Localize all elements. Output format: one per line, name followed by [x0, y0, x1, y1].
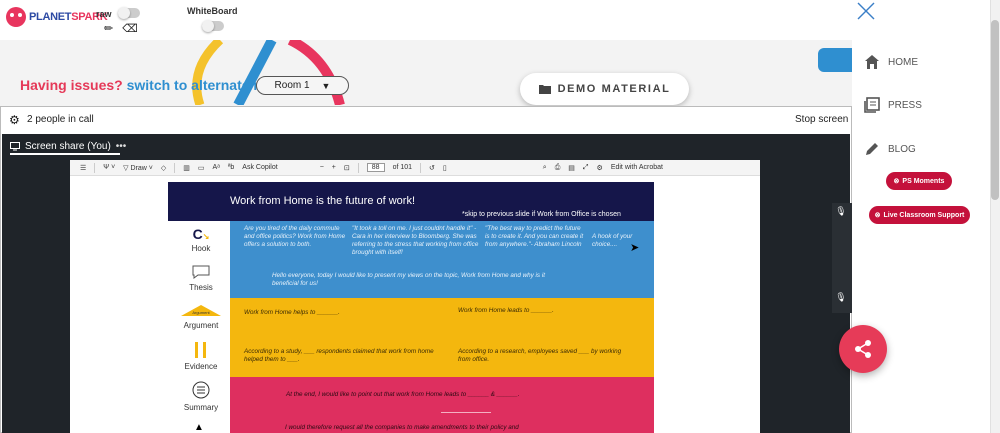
search-icon[interactable]: ⌕: [543, 164, 547, 172]
rotate-icon[interactable]: ↺: [429, 164, 435, 172]
room-select[interactable]: Room 1 ▼: [256, 76, 349, 95]
logo[interactable]: PLANETSPARK: [6, 7, 108, 27]
nav-home[interactable]: HOME: [864, 54, 918, 70]
share-icon: [855, 340, 871, 358]
hook-icon: C↘: [192, 226, 210, 242]
edit-with-acrobat-button[interactable]: Edit with Acrobat: [611, 164, 663, 171]
pdf-toolbar: ☰ Ψ ˅ ▽ Draw ˅ ◇ ▥ ▭ Aᵃ ªb Ask Copilot −…: [70, 160, 760, 176]
svg-text:Argument: Argument: [192, 310, 210, 315]
stop-screen-share-button[interactable]: Stop screen: [795, 114, 848, 125]
rail-argument: Argument Argument: [176, 305, 226, 330]
hook-text-1: Are you tired of the daily commute and o…: [244, 225, 346, 248]
room-select-value: Room 1: [274, 80, 310, 91]
rail-summary: Summary: [176, 381, 226, 412]
logo-mascot-icon: [6, 7, 26, 27]
erase-icon[interactable]: ◇: [161, 164, 166, 172]
summary-divider: [441, 412, 491, 413]
issue-message: Having issues? switch to alternate room: [20, 77, 288, 93]
read-aloud-icon[interactable]: Aᵃ: [213, 164, 220, 171]
whiteboard-toggle[interactable]: [202, 21, 224, 31]
close-circle-icon: ⊗: [893, 178, 900, 185]
screen-share-tab[interactable]: Screen share (You) •••: [10, 141, 126, 152]
hook-text-3: "The best way to predict the future is t…: [485, 225, 584, 248]
rail-hook: C↘ Hook: [176, 226, 226, 253]
page-total: of 101: [392, 164, 413, 171]
decorative-arcs: [160, 40, 360, 105]
issue-text: Having issues?: [20, 77, 123, 93]
translate-icon[interactable]: ªb: [228, 164, 234, 171]
nav-blog[interactable]: BLOG: [864, 141, 916, 157]
slide-title-block: Work from Home is the future of work! *s…: [168, 182, 654, 221]
hook-text-2: "It took a toll on me. I just couldnt ha…: [352, 225, 479, 256]
highlight-icon[interactable]: Ψ ˅: [103, 164, 115, 171]
draw-toggle[interactable]: [118, 8, 140, 18]
evidence-right: According to a research, employees saved…: [458, 348, 622, 363]
fit-page-icon[interactable]: ⊡: [344, 164, 350, 172]
nav-press[interactable]: PRESS: [864, 97, 922, 113]
pause-bars-icon: [176, 342, 226, 360]
scrollbar-thumb[interactable]: [991, 20, 999, 200]
summary-text-1: At the end, I would like to point out th…: [286, 391, 520, 398]
tab-underline: [10, 153, 120, 155]
print-icon[interactable]: ⎙: [555, 164, 561, 172]
demo-material-label: DEMO MATERIAL: [557, 83, 671, 95]
live-classroom-support-button[interactable]: ⊗ Live Classroom Support: [869, 206, 970, 224]
thesis-text: Hello everyone, today I would like to pr…: [272, 272, 545, 287]
argument-badge-icon: Argument: [176, 305, 226, 319]
mouse-cursor-icon: ➤: [630, 242, 640, 254]
nav-blog-label: BLOG: [888, 143, 916, 155]
nav-home-label: HOME: [888, 56, 918, 68]
rail-evidence: Evidence: [176, 342, 226, 371]
home-icon: [865, 55, 879, 69]
nav-press-label: PRESS: [888, 99, 922, 111]
eraser-icon[interactable]: ⌫: [122, 23, 138, 35]
page-number-input[interactable]: 88: [366, 163, 385, 172]
summary-text-2: I would therefore request all the compan…: [285, 424, 519, 431]
speech-bubble-icon: [176, 265, 226, 281]
argument-left: Work from Home helps to ______.: [244, 309, 340, 316]
slide-title: Work from Home is the future of work!: [230, 195, 416, 207]
zoom-out-icon[interactable]: −: [320, 164, 324, 171]
screen-share-tab-label: Screen share (You): [25, 141, 111, 152]
draw-label: raw: [96, 9, 112, 19]
fullscreen-icon[interactable]: ⤢: [583, 164, 589, 172]
close-circle-icon: ⊗: [874, 212, 881, 219]
dropdown-caret-icon: ▼: [321, 80, 331, 91]
more-options-icon[interactable]: •••: [116, 141, 127, 152]
rail-thesis: Thesis: [176, 265, 226, 292]
menu-icon[interactable]: ☰: [80, 164, 86, 172]
next-rail-icon: ▲: [194, 422, 204, 433]
mic-icon[interactable]: 🎙: [832, 206, 850, 222]
draw-tool[interactable]: ▽ Draw ˅: [123, 164, 153, 172]
panel-icon[interactable]: ▥: [183, 164, 190, 172]
folder-icon: [538, 85, 551, 94]
people-count: 2 people in call: [27, 114, 94, 125]
newspaper-icon: [864, 97, 880, 113]
textbox-icon[interactable]: ▭: [198, 164, 205, 172]
demo-material-button[interactable]: DEMO MATERIAL: [520, 73, 689, 105]
pencil-icon: [866, 143, 878, 155]
mic-icon[interactable]: 🎙: [832, 292, 850, 308]
slide-subtitle: *skip to previous slide if Work from Off…: [462, 211, 621, 218]
close-icon[interactable]: [855, 0, 877, 22]
evidence-left: According to a study, ___ respondents cl…: [244, 348, 434, 363]
save-icon[interactable]: ▤: [568, 164, 575, 172]
ps-moments-button[interactable]: ⊗ PS Moments: [886, 172, 952, 190]
page-view-icon[interactable]: ▯: [443, 164, 447, 172]
gear-icon[interactable]: ⚙: [9, 113, 20, 127]
screen-share-icon: [10, 142, 20, 151]
argument-right: Work from Home leads to ______.: [458, 307, 554, 314]
share-button[interactable]: [839, 325, 887, 373]
settings-icon[interactable]: ⚙: [597, 164, 603, 172]
list-circle-icon: [176, 381, 226, 401]
whiteboard-label: WhiteBoard: [187, 6, 238, 16]
zoom-in-icon[interactable]: +: [332, 164, 336, 171]
chat-icon[interactable]: [818, 48, 852, 72]
draw-tools: ✏ ⌫: [104, 22, 138, 35]
pencil-icon[interactable]: ✏: [104, 23, 113, 35]
ask-copilot-button[interactable]: Ask Copilot: [242, 164, 277, 171]
